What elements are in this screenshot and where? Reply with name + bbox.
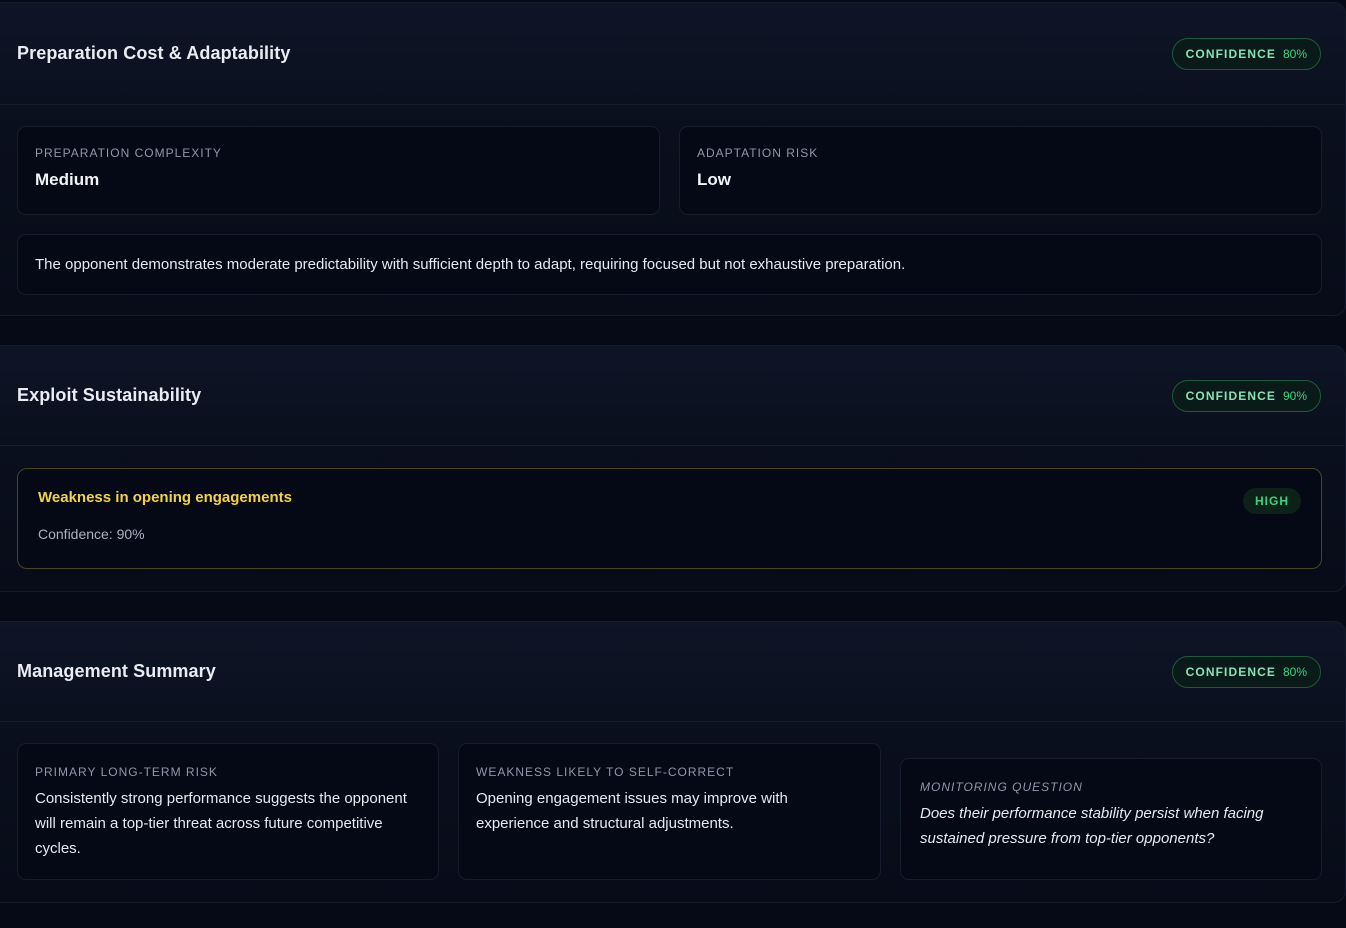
confidence-value: 80%: [1282, 46, 1307, 61]
preparation-complexity-card: PREPARATION COMPLEXITY Medium: [17, 126, 660, 215]
card-label: ADAPTATION RISK: [697, 146, 819, 160]
preparation-cost-panel: Preparation Cost & Adaptability CONFIDEN…: [0, 2, 1346, 316]
panel-header: Preparation Cost & Adaptability CONFIDEN…: [0, 3, 1345, 105]
confidence-label: CONFIDENCE: [1185, 388, 1276, 403]
confidence-badge: CONFIDENCE 80%: [1171, 655, 1321, 688]
description-card: The opponent demonstrates moderate predi…: [17, 234, 1322, 295]
panel-header: Management Summary CONFIDENCE 80%: [0, 622, 1345, 722]
weakness-confidence: Confidence: 90%: [38, 526, 145, 542]
confidence-label: CONFIDENCE: [1185, 46, 1276, 61]
self-correct-card: WEAKNESS LIKELY TO SELF-CORRECT Opening …: [458, 743, 881, 880]
panel-title: Management Summary: [17, 661, 216, 681]
description-text: The opponent demonstrates moderate predi…: [35, 256, 906, 273]
card-label: WEAKNESS LIKELY TO SELF-CORRECT: [476, 765, 735, 779]
card-value: Low: [697, 170, 731, 189]
panel-title: Exploit Sustainability: [17, 385, 202, 405]
card-label: PREPARATION COMPLEXITY: [35, 146, 222, 160]
confidence-badge: CONFIDENCE 80%: [1171, 37, 1321, 70]
card-label: PRIMARY LONG-TERM RISK: [35, 765, 218, 779]
card-text: Does their performance stability persist…: [920, 805, 1264, 847]
severity-badge: HIGH: [1243, 488, 1301, 514]
monitoring-question-card: MONITORING QUESTION Does their performan…: [900, 758, 1322, 880]
panel-title: Preparation Cost & Adaptability: [17, 43, 291, 63]
panel-header: Exploit Sustainability CONFIDENCE 90%: [0, 346, 1345, 446]
confidence-badge: CONFIDENCE 90%: [1171, 379, 1321, 412]
card-value: Medium: [35, 170, 100, 189]
weakness-title: Weakness in opening engagements: [38, 489, 292, 506]
confidence-value: 80%: [1282, 664, 1307, 679]
primary-risk-card: PRIMARY LONG-TERM RISK Consistently stro…: [17, 743, 439, 880]
exploit-sustainability-panel: Exploit Sustainability CONFIDENCE 90% We…: [0, 345, 1346, 592]
confidence-value: 90%: [1282, 388, 1307, 403]
weakness-card: Weakness in opening engagements Confiden…: [17, 468, 1322, 569]
management-summary-panel: Management Summary CONFIDENCE 80% PRIMAR…: [0, 621, 1346, 903]
card-text: Consistently strong performance suggests…: [35, 790, 407, 857]
confidence-label: CONFIDENCE: [1185, 664, 1276, 679]
card-text: Opening engagement issues may improve wi…: [476, 790, 788, 832]
card-label: MONITORING QUESTION: [920, 780, 1083, 794]
adaptation-risk-card: ADAPTATION RISK Low: [679, 126, 1322, 215]
